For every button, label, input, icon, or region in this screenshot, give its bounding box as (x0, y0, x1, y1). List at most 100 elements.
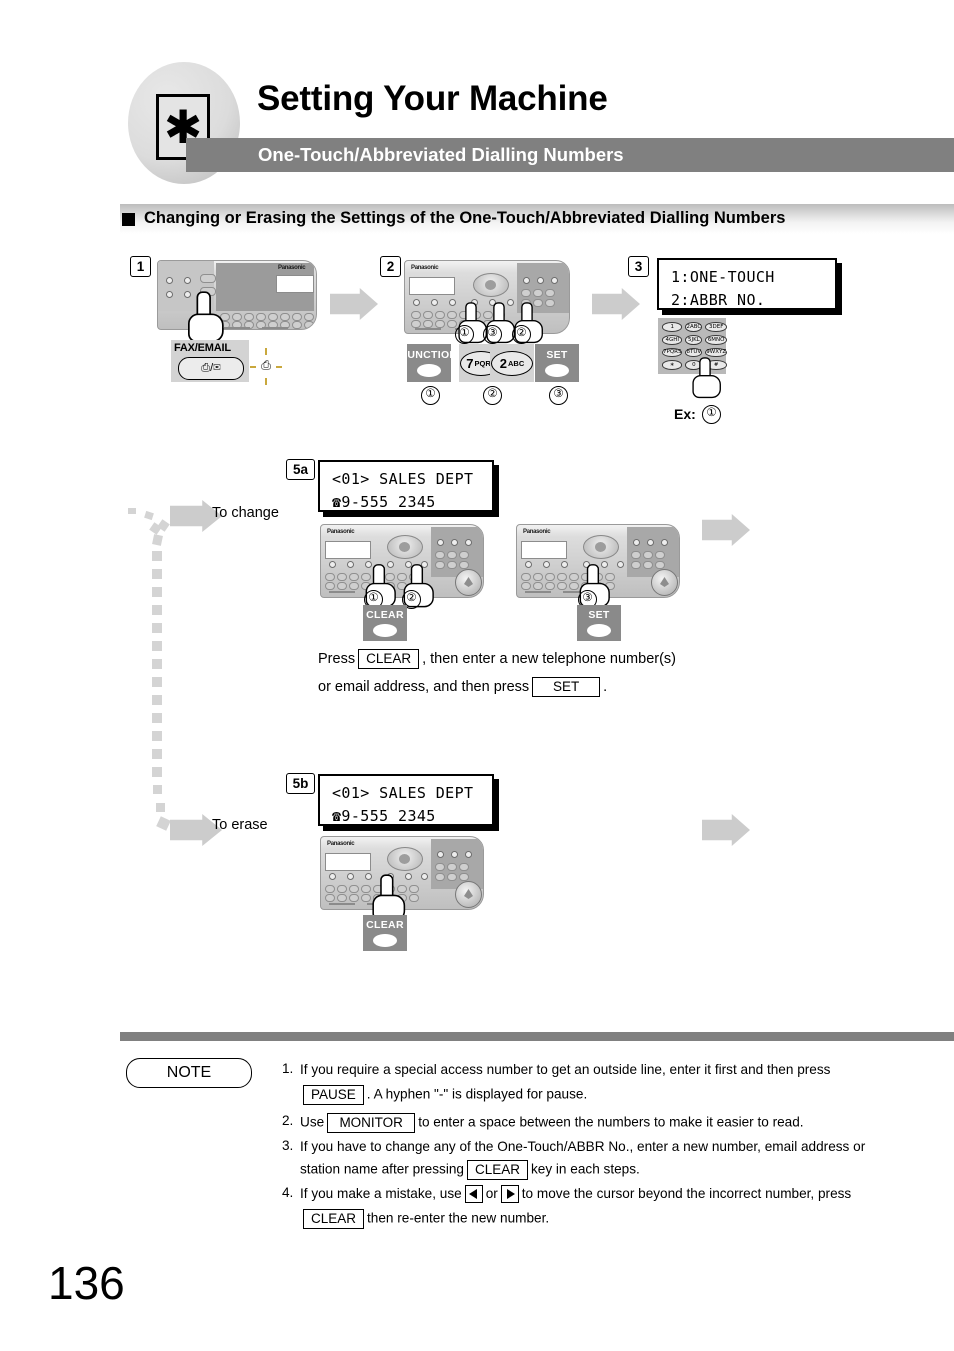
flow-arrow-5a-next (702, 514, 750, 546)
note-badge: NOTE (126, 1058, 252, 1088)
clear-key-label-5b: CLEAR (366, 919, 404, 931)
step-number-3: 3 (628, 256, 649, 277)
note-item-4-post: to move the cursor beyond the incorrect … (521, 1186, 852, 1201)
instruction-5a-line2: or email address, and then press SET. (318, 677, 607, 697)
keypad-key-4[interactable]: 4GHI (662, 334, 683, 345)
keypad-key-7[interactable]: 7PQRS (662, 347, 683, 358)
note-item-1-line2-post: . A hyphen "-" is displayed for pause. (366, 1086, 588, 1102)
example-value: ① (702, 405, 721, 424)
keypad-key-star[interactable]: ∗ (662, 360, 683, 370)
lcd-step5a-line1: <01> SALES DEPT (332, 470, 474, 488)
numeric-key-2-button[interactable]: 2 ABC (491, 350, 533, 376)
fax-machine-panel-step5a-clear: Panasonic (320, 524, 484, 598)
note-item-4-line2: CLEAR then re-enter the new number. (300, 1209, 549, 1229)
keypad-key-6[interactable]: 6MNO (705, 334, 728, 345)
blink-ray-left (250, 366, 256, 368)
step-number-1: 1 (130, 256, 151, 277)
function-key-callout[interactable]: FUNCTION (401, 344, 457, 382)
lcd-step3-line1: 1:ONE-TOUCH (671, 268, 775, 286)
flow-arrow-2to3 (592, 288, 640, 320)
hand-order-2c: ② (512, 325, 531, 344)
numeric-key-7-label: 7 (466, 355, 474, 371)
numeric-key-2-sub: ABC (507, 358, 525, 368)
fax-email-indicator-icon: ⎙ (261, 358, 271, 372)
keypad-key-3[interactable]: 3DEF (705, 322, 728, 332)
clear-key-button-5b[interactable] (373, 934, 397, 947)
page-number: 136 (48, 1257, 125, 1309)
step-number-5b: 5b (286, 773, 315, 794)
function-key-label: FUNCTION (400, 349, 458, 361)
clear-key-chip-note4[interactable]: CLEAR (303, 1209, 365, 1229)
note-item-4-pre: If you make a mistake, use (300, 1186, 462, 1201)
function-key-order: ① (421, 386, 440, 405)
set-key-chip-5a[interactable]: SET (532, 677, 601, 697)
numeric-keys-order: ② (483, 386, 502, 405)
example-label: Ex: (674, 406, 696, 422)
lcd-display-step5b: <01> SALES DEPT ☎9-555 2345 (318, 774, 494, 826)
clear-key-chip-5a[interactable]: CLEAR (358, 649, 420, 669)
section-heading: Changing or Erasing the Settings of the … (144, 209, 786, 227)
instruction-5a-line2-post: . (603, 678, 608, 695)
pointing-hand-icon-5b (372, 874, 406, 922)
cursor-left-icon[interactable] (464, 1185, 483, 1204)
clear-key-callout-5b[interactable]: CLEAR (363, 915, 407, 951)
page-header: ✱ Setting Your Machine One-Touch/Abbrevi… (0, 0, 954, 200)
header-subtitle: One-Touch/Abbreviated Dialling Numbers (258, 144, 624, 165)
blink-ray-top (265, 348, 267, 355)
set-key-order-step2: ③ (549, 386, 568, 405)
clear-key-callout-5a[interactable]: CLEAR (363, 605, 407, 641)
note-number-4: 4. (282, 1185, 294, 1200)
note-number-3: 3. (282, 1138, 294, 1153)
set-key-button-step2[interactable] (545, 364, 569, 377)
pointing-hand-icon-step1 (188, 291, 224, 343)
note-item-1-line1: If you require a special access number t… (300, 1062, 831, 1077)
instruction-5a-line2-pre: or email address, and then press (318, 678, 530, 695)
keypad-key-2[interactable]: 2ABC (685, 322, 703, 332)
hand-order-2b: ③ (483, 325, 502, 344)
fax-email-label: FAX/EMAIL (174, 342, 231, 354)
branch-label-to-erase: To erase (212, 817, 268, 833)
fax-machine-panel-step1: Panasonic (157, 260, 317, 330)
keypad-key-1[interactable]: 1 (662, 322, 683, 332)
set-key-callout-5a[interactable]: SET (577, 605, 621, 641)
page-title: Setting Your Machine (257, 79, 608, 118)
keypad-key-5[interactable]: 5JKL (685, 334, 703, 345)
clear-key-button-5a[interactable] (373, 624, 397, 637)
pause-key-chip[interactable]: PAUSE (303, 1085, 364, 1105)
note-item-4-mid: or (485, 1186, 498, 1201)
numeric-key-2-label: 2 (499, 355, 507, 371)
lcd-step3-line2: 2:ABBR NO. (671, 291, 766, 310)
set-key-label-5a: SET (588, 609, 610, 621)
flow-arrow-5b-next (702, 814, 750, 846)
note-item-4-line1: If you make a mistake, use or to move the … (300, 1185, 852, 1204)
note-item-1-line2: PAUSE. A hyphen "-" is displayed for pau… (300, 1085, 587, 1105)
numeric-key-2-callout[interactable]: 2 ABC (490, 344, 534, 382)
step-number-2: 2 (380, 256, 401, 277)
cursor-right-icon[interactable] (500, 1185, 519, 1204)
instruction-5a-line1: Press CLEAR, then enter a new telephone n… (318, 649, 676, 669)
instruction-5a-line1-pre: Press (318, 650, 356, 667)
blink-ray-right (276, 366, 282, 368)
note-number-2: 2. (282, 1113, 294, 1128)
keypad-key-8[interactable]: 8TUV (685, 347, 703, 358)
pointing-hand-icon-step3 (692, 357, 721, 399)
function-key-button[interactable] (417, 364, 441, 377)
keypad-key-9[interactable]: 9WXYZ (705, 347, 728, 358)
set-key-button-5a[interactable] (587, 624, 611, 637)
lcd-display-step5a: <01> SALES DEPT ☎9-555 2345 (318, 460, 494, 512)
note-item-2-line1: Use MONITOR to enter a space between the n… (300, 1113, 804, 1133)
note-item-3-line2: station name after pressing CLEAR key in e… (300, 1160, 640, 1180)
clear-key-label-5a: CLEAR (366, 609, 404, 621)
fax-email-key-button[interactable]: ⎙/✉ (178, 357, 244, 380)
clear-key-chip-note3[interactable]: CLEAR (466, 1160, 528, 1180)
note-item-3-post: key in each steps. (530, 1161, 640, 1177)
flow-arrow-1to2 (330, 288, 378, 320)
note-item-3-pre: station name after pressing (300, 1161, 464, 1177)
lcd-display-step3: 1:ONE-TOUCH 2:ABBR NO. (657, 258, 837, 310)
instruction-5a-line1-post: , then enter a new telephone number(s) (422, 650, 676, 667)
note-divider (120, 1032, 954, 1041)
monitor-key-chip[interactable]: MONITOR (327, 1113, 416, 1133)
set-key-callout-step2[interactable]: SET (535, 344, 579, 382)
set-key-label-step2: SET (546, 349, 568, 361)
branch-label-to-change: To change (212, 505, 279, 521)
